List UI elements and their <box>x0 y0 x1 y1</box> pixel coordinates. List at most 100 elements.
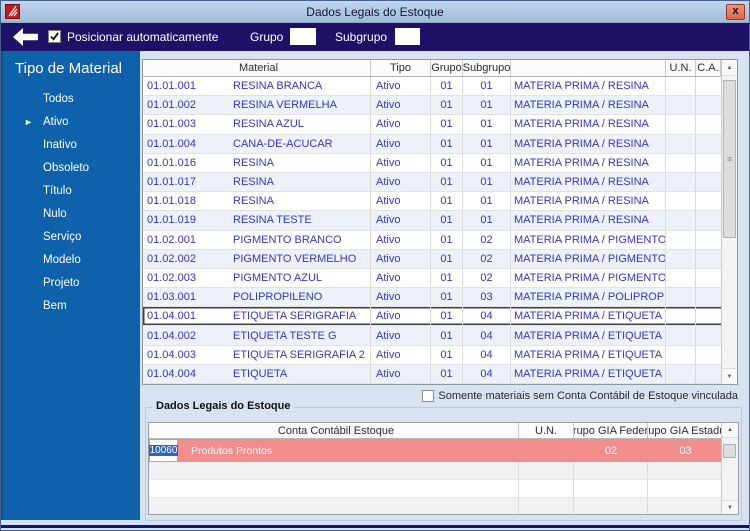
material-un <box>666 307 696 326</box>
sidebar-item-título[interactable]: ► Título <box>3 180 140 203</box>
material-subgrupo: 01 <box>463 134 511 153</box>
material-name: ETIQUETA SERIGRAFIA 2 <box>233 345 371 364</box>
material-row[interactable]: 01.02.002 PIGMENTO VERMELHO Ativo 01 02 … <box>143 249 737 269</box>
close-button[interactable]: x <box>726 4 745 20</box>
sidebar-item-modelo[interactable]: ► Modelo <box>3 249 140 272</box>
scrollbar-thumb[interactable]: ≡ <box>723 80 736 238</box>
auto-position-checkbox[interactable] <box>48 30 61 43</box>
material-code: 01.01.018 <box>147 195 196 208</box>
scroll-up-icon[interactable]: ▲ <box>722 423 738 438</box>
legal-table-empty-row[interactable] <box>149 498 738 514</box>
legal-groupbox-title: Dados Legais do Estoque <box>152 400 295 412</box>
material-subgrupo: 01 <box>463 153 511 172</box>
sidebar-item-inativo[interactable]: ► Inativo <box>3 134 140 157</box>
material-tipo: Ativo <box>371 268 431 288</box>
material-name: PIGMENTO VERMELHO <box>233 249 371 268</box>
scrollbar-thumb[interactable] <box>723 444 736 458</box>
sidebar-item-label: Bem <box>43 300 67 312</box>
toolbar: Posicionar automaticamente Grupo Subgrup… <box>1 23 749 51</box>
material-ca <box>696 288 721 306</box>
legal-table-header: Conta Contábil Estoque U.N. Grupo GIA Fe… <box>149 423 738 439</box>
material-ca <box>696 154 721 172</box>
material-row[interactable]: 01.04.002 ETIQUETA TESTE G Ativo 01 04 M… <box>143 326 737 346</box>
back-arrow-icon[interactable] <box>13 28 38 49</box>
column-header-ca: C.A. <box>696 60 721 76</box>
material-tipo: Ativo <box>371 364 431 383</box>
material-row[interactable]: 01.01.019 RESINA TESTE Ativo 01 01 MATER… <box>143 211 737 231</box>
legal-table-empty-row[interactable] <box>149 480 738 498</box>
material-un <box>666 96 696 115</box>
material-row[interactable]: 01.01.001 RESINA BRANCA Ativo 01 01 MATE… <box>143 77 737 97</box>
legal-table-scrollbar[interactable]: ▲ ▼ <box>721 423 738 514</box>
legal-groupbox: Dados Legais do Estoque Conta Contábil E… <box>145 400 742 521</box>
legal-table-row-selected[interactable]: 10060 Produtos Prontos 02 03 <box>149 439 738 462</box>
material-descricao: MATERIA PRIMA / ETIQUETA <box>511 307 666 326</box>
app-icon <box>5 4 20 19</box>
material-descricao: MATERIA PRIMA / ETIQUETA <box>511 345 666 364</box>
material-code: 01.04.001 <box>147 310 196 323</box>
material-row[interactable]: 01.04.003 ETIQUETA SERIGRAFIA 2 Ativo 01… <box>143 345 737 365</box>
filter-row: Somente materiais sem Conta Contábil de … <box>422 390 738 402</box>
material-row[interactable]: 01.01.003 RESINA AZUL Ativo 01 01 MATERI… <box>143 115 737 135</box>
conta-code-cell[interactable]: 10060 <box>149 440 179 461</box>
material-name: RESINA AZUL <box>233 115 371 134</box>
scroll-down-icon[interactable]: ▼ <box>722 368 737 384</box>
material-tipo: Ativo <box>371 288 431 307</box>
legal-table-empty-row[interactable] <box>149 462 738 480</box>
filter-label: Somente materiais sem Conta Contábil de … <box>438 390 738 402</box>
sidebar-item-bem[interactable]: ► Bem <box>3 295 140 318</box>
sidebar-item-serviço[interactable]: ► Serviço <box>3 226 140 249</box>
material-un <box>666 326 696 345</box>
material-subgrupo: 04 <box>463 326 511 345</box>
conta-code-value: 10060 <box>149 445 179 456</box>
material-name: RESINA <box>233 153 371 172</box>
material-un <box>666 153 696 172</box>
material-row[interactable]: 01.03.001 POLIPROPILENO Ativo 01 03 MATE… <box>143 288 737 308</box>
subgrupo-input[interactable] <box>395 28 420 45</box>
material-name: CANA-DE-ACUCAR <box>233 134 371 153</box>
sidebar-item-nulo[interactable]: ► Nulo <box>3 203 140 226</box>
material-un <box>666 345 696 364</box>
material-row[interactable]: 01.01.017 RESINA Ativo 01 01 MATERIA PRI… <box>143 172 737 193</box>
material-row[interactable]: 01.02.003 PIGMENTO AZUL Ativo 01 02 MATE… <box>143 268 737 289</box>
grupo-input[interactable] <box>290 28 316 45</box>
sidebar-item-todos[interactable]: ► Todos <box>3 88 140 111</box>
material-ca <box>696 365 721 383</box>
material-grupo: 01 <box>431 115 463 134</box>
material-name: RESINA VERMELHA <box>233 96 371 115</box>
material-row[interactable]: 01.04.004 ETIQUETA Ativo 01 04 MATERIA P… <box>143 364 737 384</box>
filter-checkbox[interactable] <box>422 390 435 402</box>
material-tipo: Ativo <box>371 345 431 364</box>
material-subgrupo: 01 <box>463 77 511 96</box>
materials-table: Material Tipo Grupo Subgrupo U.N. C.A. 0… <box>142 59 738 385</box>
sidebar-item-ativo[interactable]: ► Ativo <box>3 111 140 134</box>
material-row[interactable]: 01.04.001 ETIQUETA SERIGRAFIA Ativo 01 0… <box>143 307 737 327</box>
material-grupo: 01 <box>431 211 463 230</box>
column-header-descricao <box>511 60 666 76</box>
material-code: 01.02.003 <box>147 271 196 284</box>
material-ca <box>696 173 721 191</box>
scroll-up-icon[interactable]: ▲ <box>722 60 737 76</box>
sidebar-item-obsoleto[interactable]: ► Obsoleto <box>3 157 140 180</box>
column-header-tipo: Tipo <box>371 60 431 76</box>
column-header-grupo: Grupo <box>431 60 463 76</box>
material-name: PIGMENTO AZUL <box>233 268 371 288</box>
materials-table-body: 01.01.001 RESINA BRANCA Ativo 01 01 MATE… <box>143 77 737 384</box>
sidebar-item-label: Todos <box>43 93 74 105</box>
materials-table-scrollbar[interactable]: ▲ ≡ ▼ <box>721 60 737 384</box>
material-row[interactable]: 01.01.016 RESINA Ativo 01 01 MATERIA PRI… <box>143 153 737 173</box>
material-descricao: MATERIA PRIMA / RESINA <box>511 115 666 134</box>
scroll-down-icon[interactable]: ▼ <box>722 500 738 514</box>
sidebar-item-projeto[interactable]: ► Projeto <box>3 272 140 295</box>
material-descricao: MATERIA PRIMA / RESINA <box>511 172 666 192</box>
material-row[interactable]: 01.01.002 RESINA VERMELHA Ativo 01 01 MA… <box>143 96 737 116</box>
material-row[interactable]: 01.02.001 PIGMENTO BRANCO Ativo 01 02 MA… <box>143 230 737 250</box>
material-descricao: MATERIA PRIMA / RESINA <box>511 192 666 211</box>
material-code: 01.04.004 <box>147 367 196 380</box>
material-row[interactable]: 01.01.004 CANA-DE-ACUCAR Ativo 01 01 MAT… <box>143 134 737 154</box>
material-grupo: 01 <box>431 364 463 383</box>
material-tipo: Ativo <box>371 230 431 249</box>
material-ca <box>696 307 721 325</box>
material-grupo: 01 <box>431 268 463 288</box>
material-row[interactable]: 01.01.018 RESINA Ativo 01 01 MATERIA PRI… <box>143 192 737 212</box>
